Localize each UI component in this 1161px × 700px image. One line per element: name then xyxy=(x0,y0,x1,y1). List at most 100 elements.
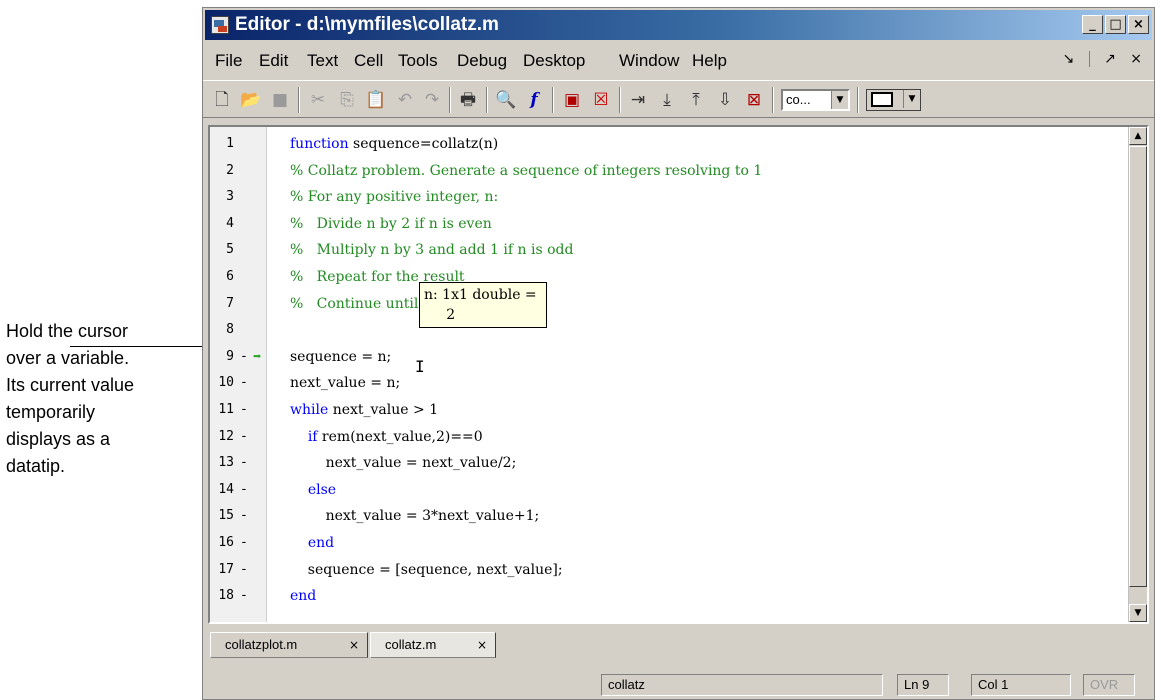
close-button[interactable]: × xyxy=(1128,15,1149,34)
variable-datatip: n: 1x1 double = 2 xyxy=(419,282,547,328)
layout-combo[interactable]: ▼ xyxy=(866,89,921,111)
status-overwrite-mode: OVR xyxy=(1083,674,1135,696)
breakpoint-marker[interactable]: - xyxy=(240,583,248,609)
scroll-up-icon[interactable]: ▲ xyxy=(1129,127,1147,145)
menu-window[interactable]: Window xyxy=(619,51,679,71)
line-number: 7 xyxy=(226,295,234,311)
find-icon[interactable]: 🔍 xyxy=(495,89,517,111)
code-line[interactable]: 3 % For any positive integer, n: xyxy=(210,184,1110,210)
exit-debug-icon[interactable]: ⊠ xyxy=(743,89,765,111)
continue-icon[interactable]: ⇩ xyxy=(714,89,736,111)
code-line[interactable]: 12- if rem(next_value,2)==0 xyxy=(210,424,1110,450)
code-line[interactable]: 6% Repeat for the result xyxy=(210,264,1110,290)
code-token: next_value = 3*next_value+1; xyxy=(290,508,540,525)
title-bar[interactable]: Editor - d:\mymfiles\collatz.m _ □ × xyxy=(205,10,1152,40)
document-close-icon[interactable]: × xyxy=(1130,51,1142,67)
code-line[interactable]: 18- end xyxy=(210,583,1110,609)
toolbar-separator xyxy=(552,87,554,113)
tab-collatz[interactable]: collatz.m × xyxy=(370,632,496,658)
chevron-down-icon[interactable]: ▼ xyxy=(903,90,920,108)
code-line[interactable]: 14- else xyxy=(210,477,1110,503)
code-text: % Divide n by 2 if n is even xyxy=(290,211,492,237)
code-comment: % Collatz problem. Generate a sequence o… xyxy=(290,162,763,179)
undo-icon[interactable]: ↶ xyxy=(394,89,416,111)
code-text: sequence = n; xyxy=(290,344,391,370)
tab-collatzplot[interactable]: collatzplot.m × xyxy=(210,632,368,658)
code-line[interactable]: 5 % Multiply n by 3 and add 1 if n is odd xyxy=(210,237,1110,263)
undock-icon[interactable]: ↘ xyxy=(1062,51,1074,67)
code-token: next_value = n; xyxy=(290,375,401,392)
new-file-icon[interactable]: 🗋 xyxy=(211,89,233,111)
minimize-button[interactable]: _ xyxy=(1082,15,1103,34)
code-editor[interactable]: 1 function sequence=collatz(n) 2 % Collatz … xyxy=(208,125,1149,624)
line-number: 6 xyxy=(226,269,234,284)
line-number: 13 xyxy=(218,455,234,471)
scroll-thumb[interactable] xyxy=(1129,146,1147,587)
maximize-button[interactable]: □ xyxy=(1105,15,1126,34)
code-line[interactable]: 15- next_value = 3*next_value+1; xyxy=(210,503,1110,529)
step-in-icon[interactable]: ⤓ xyxy=(656,89,678,111)
code-line[interactable]: 11- while next_value > 1 xyxy=(210,397,1110,423)
chevron-down-icon[interactable]: ▼ xyxy=(831,91,848,109)
menu-debug[interactable]: Debug xyxy=(457,51,507,71)
stack-combo[interactable]: co... ▼ xyxy=(781,89,850,111)
breakpoint-marker[interactable]: - xyxy=(240,450,248,476)
breakpoint-marker[interactable]: - xyxy=(240,503,248,529)
code-line[interactable]: 4 % Divide n by 2 if n is even xyxy=(210,211,1110,237)
cut-icon[interactable]: ✂ xyxy=(307,89,329,111)
datatip-header: n: 1x1 double = xyxy=(424,287,537,303)
dock-maximize-icon[interactable]: ↗ xyxy=(1104,51,1116,67)
code-text: next_value = 3*next_value+1; xyxy=(290,503,540,529)
menu-cell[interactable]: Cell xyxy=(354,51,383,71)
code-text: next_value = n; xyxy=(290,370,400,396)
code-keyword: else xyxy=(307,481,337,498)
breakpoint-marker[interactable]: - xyxy=(240,397,248,423)
scroll-down-icon[interactable]: ▼ xyxy=(1129,604,1147,622)
line-number: 10 xyxy=(218,375,234,391)
tab-close-icon[interactable]: × xyxy=(349,633,359,657)
redo-icon[interactable]: ↷ xyxy=(421,89,443,111)
code-line[interactable]: 16- end xyxy=(210,530,1110,556)
breakpoint-marker[interactable]: - xyxy=(240,557,248,583)
breakpoint-marker[interactable]: - xyxy=(240,477,248,503)
stack-combo-value: co... xyxy=(786,92,811,107)
code-line[interactable]: 9- ➡ sequence = n; xyxy=(210,344,1110,370)
line-number: 5 xyxy=(226,242,234,258)
save-icon[interactable]: ■ xyxy=(269,89,291,111)
document-tabs: collatzplot.m × collatz.m × xyxy=(208,629,1149,659)
vertical-scrollbar[interactable]: ▲ ▼ xyxy=(1128,127,1147,622)
clear-breakpoint-icon[interactable]: ☒ xyxy=(590,89,612,111)
code-line[interactable]: 1 function sequence=collatz(n) xyxy=(210,131,1110,157)
code-keyword: end xyxy=(307,535,335,551)
line-number: 1 xyxy=(226,136,234,151)
function-icon[interactable]: f xyxy=(523,89,545,111)
code-line[interactable]: 17- sequence = [sequence, next_value]; xyxy=(210,557,1110,583)
breakpoint-marker[interactable]: - xyxy=(240,344,248,370)
open-file-icon[interactable]: 📂 xyxy=(240,89,262,111)
toolbar-separator xyxy=(298,87,300,113)
code-line[interactable]: 13- next_value = next_value/2; xyxy=(210,450,1110,476)
menu-tools[interactable]: Tools xyxy=(398,51,438,71)
code-line[interactable]: 7% Continue until the result is 1% xyxy=(210,291,1110,317)
code-line[interactable]: 8 xyxy=(210,317,1110,343)
breakpoint-marker[interactable]: - xyxy=(240,530,248,556)
menu-help[interactable]: Help xyxy=(692,51,727,71)
menu-file[interactable]: File xyxy=(215,51,242,71)
menu-text[interactable]: Text xyxy=(307,51,338,71)
step-icon[interactable]: ⇥ xyxy=(627,89,649,111)
status-bar: collatz Ln 9 Col 1 OVR xyxy=(203,668,1154,700)
matlab-editor-icon xyxy=(211,16,229,34)
code-text: while next_value > 1 xyxy=(290,397,438,423)
code-line[interactable]: 2 % Collatz problem. Generate a sequence … xyxy=(210,158,1110,184)
menu-edit[interactable]: Edit xyxy=(259,51,288,71)
tab-close-icon[interactable]: × xyxy=(477,633,487,657)
print-icon[interactable]: 🖶 xyxy=(457,89,479,111)
menu-desktop[interactable]: Desktop xyxy=(523,51,585,71)
breakpoint-marker[interactable]: - xyxy=(240,424,248,450)
breakpoint-marker[interactable]: - xyxy=(240,370,248,396)
set-breakpoint-icon[interactable]: ▣ xyxy=(561,89,583,111)
code-line[interactable]: 10- next_value = n; xyxy=(210,370,1110,396)
copy-icon[interactable]: ⎘ xyxy=(336,89,358,111)
step-out-icon[interactable]: ⤒ xyxy=(685,89,707,111)
paste-icon[interactable]: 📋 xyxy=(365,89,387,111)
